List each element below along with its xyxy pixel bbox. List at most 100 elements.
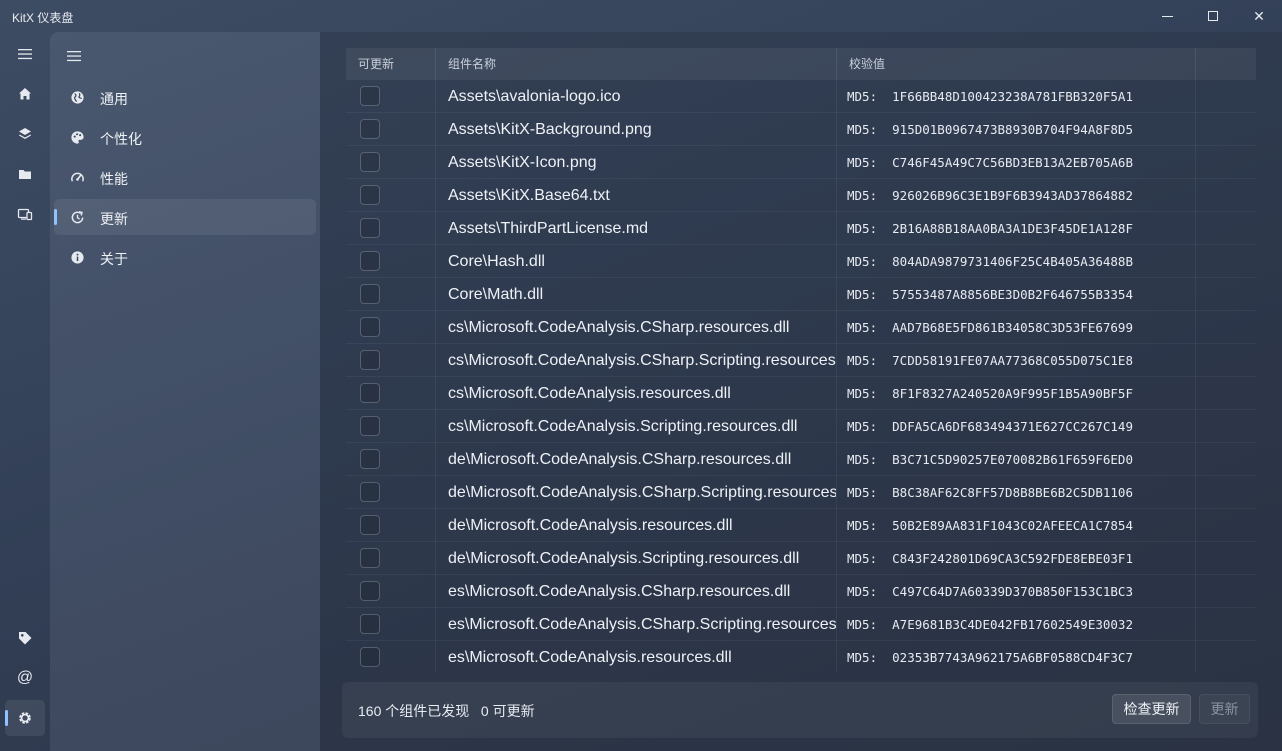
table-row[interactable]: es\Microsoft.CodeAnalysis.CSharp.Scripti… xyxy=(346,608,1256,641)
folder-icon xyxy=(19,170,31,179)
updatable-cell xyxy=(346,179,436,212)
maximize-button[interactable] xyxy=(1190,0,1236,32)
component-name-cell: Core\Math.dll xyxy=(436,278,837,311)
updatable-checkbox[interactable] xyxy=(360,86,380,106)
table-row[interactable]: de\Microsoft.CodeAnalysis.CSharp.resourc… xyxy=(346,443,1256,476)
update-footer: 160 个组件已发现 0 可更新 检查更新 更新 xyxy=(342,682,1258,738)
table-row[interactable]: es\Microsoft.CodeAnalysis.CSharp.resourc… xyxy=(346,575,1256,608)
minimize-button[interactable] xyxy=(1144,0,1190,32)
updatable-checkbox[interactable] xyxy=(360,284,380,304)
updatable-cell xyxy=(346,311,436,344)
updatable-checkbox[interactable] xyxy=(360,581,380,601)
table-row[interactable]: es\Microsoft.CodeAnalysis.resources.dll M… xyxy=(346,641,1256,672)
updatable-checkbox[interactable] xyxy=(360,218,380,238)
table-row[interactable]: Assets\avalonia-logo.ico MD5: 1F66BB48D10… xyxy=(346,80,1256,113)
updatable-checkbox[interactable] xyxy=(360,383,380,403)
updatable-cell xyxy=(346,608,436,641)
component-name-cell: cs\Microsoft.CodeAnalysis.CSharp.Scripti… xyxy=(436,344,837,377)
updatable-checkbox[interactable] xyxy=(360,614,380,634)
rail-tag-button[interactable] xyxy=(5,620,45,656)
filler-cell xyxy=(1196,542,1256,575)
checksum-cell: MD5: C746F45A49C7C56BD3EB13A2EB705A6B xyxy=(837,146,1196,179)
update-button[interactable]: 更新 xyxy=(1199,694,1250,724)
updatable-checkbox[interactable] xyxy=(360,350,380,370)
rail-devices-button[interactable] xyxy=(5,196,45,232)
devices-icon xyxy=(17,208,33,221)
filler-cell xyxy=(1196,476,1256,509)
gear-icon xyxy=(19,712,31,724)
updatable-checkbox[interactable] xyxy=(360,251,380,271)
filler-cell xyxy=(1196,641,1256,672)
checksum-cell: MD5: 8F1F8327A240520A9F995F1B5A90BF5F xyxy=(837,377,1196,410)
component-name-cell: de\Microsoft.CodeAnalysis.CSharp.Scripti… xyxy=(436,476,837,509)
updatable-checkbox[interactable] xyxy=(360,548,380,568)
nav-item-label: 个性化 xyxy=(100,131,142,147)
checksum-cell: MD5: 02353B7743A962175A6BF0588CD4F3C7 xyxy=(837,641,1196,672)
table-row[interactable]: Core\Hash.dll MD5: 804ADA9879731406F25C4B… xyxy=(346,245,1256,278)
nav-item-update[interactable]: 更新 xyxy=(54,199,316,235)
rail-home-button[interactable] xyxy=(5,76,45,112)
table-row[interactable]: cs\Microsoft.CodeAnalysis.CSharp.Scripti… xyxy=(346,344,1256,377)
filler-cell xyxy=(1196,113,1256,146)
filler-cell xyxy=(1196,377,1256,410)
table-row[interactable]: de\Microsoft.CodeAnalysis.resources.dll M… xyxy=(346,509,1256,542)
filler-cell xyxy=(1196,509,1256,542)
updatable-cell xyxy=(346,575,436,608)
table-row[interactable]: Assets\KitX-Icon.png MD5: C746F45A49C7C56… xyxy=(346,146,1256,179)
app-rail: @ xyxy=(0,32,50,751)
rail-menu-button[interactable] xyxy=(5,36,45,72)
nav-item-performance[interactable]: 性能 xyxy=(54,159,316,195)
updatable-checkbox[interactable] xyxy=(360,317,380,337)
updatable-checkbox[interactable] xyxy=(360,119,380,139)
table-row[interactable]: cs\Microsoft.CodeAnalysis.Scripting.reso… xyxy=(346,410,1256,443)
table-row[interactable]: Assets\KitX-Background.png MD5: 915D01B09… xyxy=(346,113,1256,146)
nav-item-general[interactable]: 通用 xyxy=(54,79,316,115)
component-name-cell: Assets\KitX-Icon.png xyxy=(436,146,837,179)
updatable-checkbox[interactable] xyxy=(360,482,380,502)
table-row[interactable]: cs\Microsoft.CodeAnalysis.resources.dll M… xyxy=(346,377,1256,410)
close-button[interactable]: ✕ xyxy=(1236,0,1282,32)
column-header-component-name[interactable]: 组件名称 xyxy=(436,48,837,80)
table-row[interactable]: cs\Microsoft.CodeAnalysis.CSharp.resourc… xyxy=(346,311,1256,344)
column-header-updatable[interactable]: 可更新 xyxy=(346,48,436,80)
rail-at-button[interactable]: @ xyxy=(5,660,45,696)
updatable-checkbox[interactable] xyxy=(360,515,380,535)
components-table: 可更新 组件名称 校验值 Assets\avalonia-logo.ico MD5… xyxy=(346,48,1256,672)
filler-cell xyxy=(1196,608,1256,641)
table-row[interactable]: de\Microsoft.CodeAnalysis.CSharp.Scripti… xyxy=(346,476,1256,509)
nav-item-label: 性能 xyxy=(100,171,128,187)
table-row[interactable]: Core\Math.dll MD5: 57553487A8856BE3D0B2F6… xyxy=(346,278,1256,311)
updatable-checkbox[interactable] xyxy=(360,647,380,667)
table-row[interactable]: de\Microsoft.CodeAnalysis.Scripting.reso… xyxy=(346,542,1256,575)
filler-cell xyxy=(1196,80,1256,113)
component-name-cell: cs\Microsoft.CodeAnalysis.Scripting.reso… xyxy=(436,410,837,443)
column-header-checksum[interactable]: 校验值 xyxy=(837,48,1196,80)
filler-cell xyxy=(1196,344,1256,377)
tag-icon xyxy=(19,632,32,645)
nav-toggle-button[interactable] xyxy=(64,46,84,66)
updatable-cell xyxy=(346,377,436,410)
component-name-cell: es\Microsoft.CodeAnalysis.CSharp.Scripti… xyxy=(436,608,837,641)
updatable-cell xyxy=(346,542,436,575)
updatable-checkbox[interactable] xyxy=(360,449,380,469)
component-name-cell: cs\Microsoft.CodeAnalysis.CSharp.resourc… xyxy=(436,311,837,344)
component-name-cell: Assets\KitX.Base64.txt xyxy=(436,179,837,212)
nav-item-about[interactable]: 关于 xyxy=(54,239,316,275)
updatable-checkbox[interactable] xyxy=(360,416,380,436)
check-updates-button[interactable]: 检查更新 xyxy=(1112,694,1191,724)
nav-item-personalization[interactable]: 个性化 xyxy=(54,119,316,155)
rail-folder-button[interactable] xyxy=(5,156,45,192)
layers-icon xyxy=(19,128,31,139)
table-row[interactable]: Assets\KitX.Base64.txt MD5: 926026B96C3E1… xyxy=(346,179,1256,212)
updatable-checkbox[interactable] xyxy=(360,185,380,205)
updatable-checkbox[interactable] xyxy=(360,152,380,172)
rail-settings-button[interactable] xyxy=(5,700,45,736)
hamburger-icon xyxy=(18,49,32,60)
updatable-cell xyxy=(346,641,436,672)
home-icon xyxy=(19,88,31,100)
rail-layers-button[interactable] xyxy=(5,116,45,152)
checksum-cell: MD5: 1F66BB48D100423238A781FBB320F5A1 xyxy=(837,80,1196,113)
checksum-cell: MD5: 804ADA9879731406F25C4B405A36488B xyxy=(837,245,1196,278)
table-row[interactable]: Assets\ThirdPartLicense.md MD5: 2B16A88B1… xyxy=(346,212,1256,245)
info-icon xyxy=(69,249,85,265)
